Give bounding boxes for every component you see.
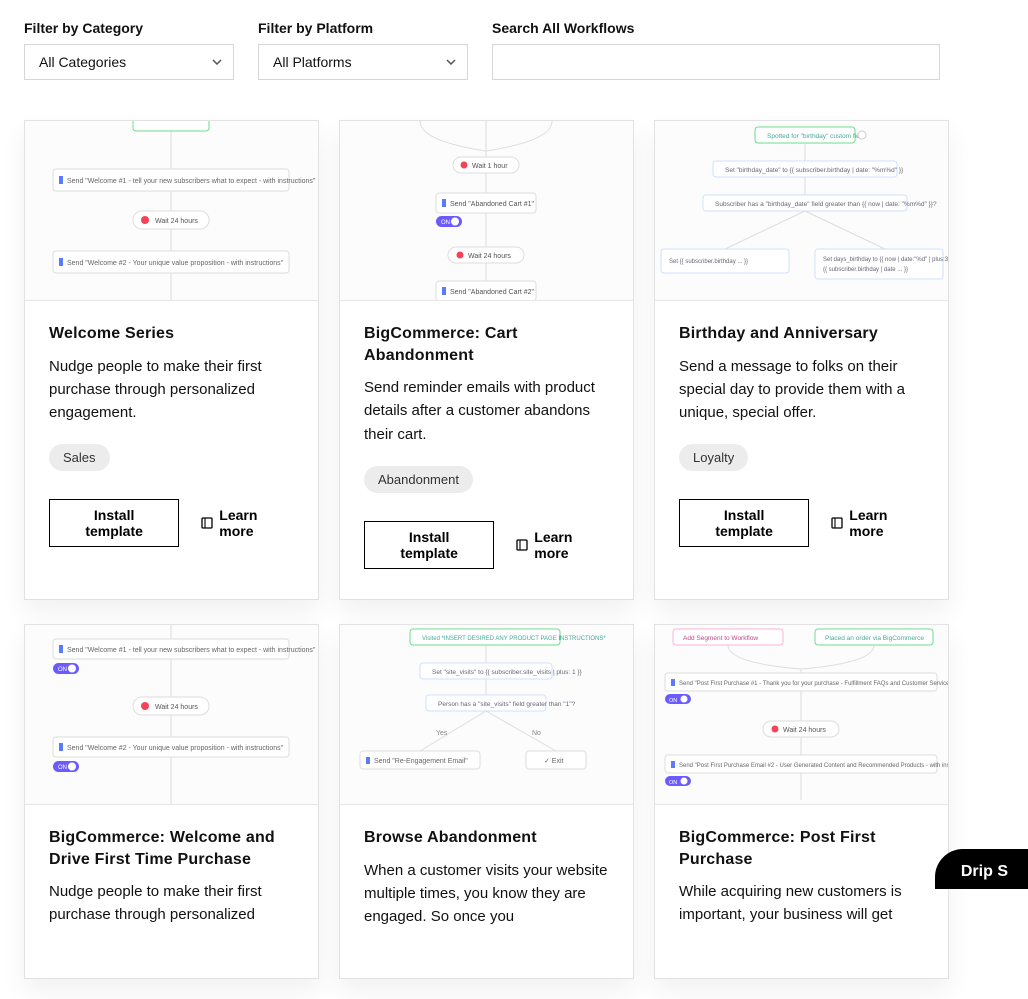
learn-more-link[interactable]: Learn more	[831, 507, 924, 539]
workflow-description: While acquiring new customers is importa…	[679, 880, 924, 927]
workflow-preview: Wait 1 hour Send "Abandoned Cart #1" ON …	[340, 121, 633, 301]
learn-more-label: Learn more	[534, 529, 609, 561]
svg-text:Add Segment to Workflow: Add Segment to Workflow	[683, 635, 758, 642]
svg-text:Send "Welcome #2 - Your unique: Send "Welcome #2 - Your unique value pro…	[67, 260, 284, 267]
install-template-button[interactable]: Install template	[49, 499, 179, 547]
workflow-title: Browse Abandonment	[364, 827, 609, 849]
workflow-card: Wait 1 hour Send "Abandoned Cart #1" ON …	[339, 120, 634, 600]
svg-text:✓ Exit: ✓ Exit	[544, 758, 564, 765]
svg-text:ON: ON	[669, 698, 677, 704]
workflow-title: BigCommerce: Post First Purchase	[679, 827, 924, 870]
svg-text:Wait 1 hour: Wait 1 hour	[472, 163, 508, 170]
svg-text:Set {{ subscriber.birthday ...: Set {{ subscriber.birthday ... }}	[669, 259, 748, 265]
svg-text:Send "Welcome #1 - tell your n: Send "Welcome #1 - tell your new subscri…	[67, 647, 316, 654]
workflow-description: Send reminder emails with product detail…	[364, 376, 609, 446]
search-label: Search All Workflows	[492, 20, 940, 36]
workflow-preview: Send "Welcome #1 - tell your new subscri…	[25, 625, 318, 805]
svg-text:Send "Welcome #2 - Your unique: Send "Welcome #2 - Your unique value pro…	[67, 745, 284, 752]
svg-text:ON: ON	[58, 667, 67, 673]
svg-text:Set "birthday_date" to {{ subs: Set "birthday_date" to {{ subscriber.bir…	[725, 167, 904, 174]
workflow-card: Send "Welcome #1 - tell your new subscri…	[24, 624, 319, 979]
svg-text:Wait 24 hours: Wait 24 hours	[783, 727, 826, 734]
svg-text:Wait 24 hours: Wait 24 hours	[155, 704, 198, 711]
workflow-description: When a customer visits your website mult…	[364, 859, 609, 929]
category-filter-label: Filter by Category	[24, 20, 234, 36]
install-template-button[interactable]: Install template	[364, 521, 494, 569]
svg-text:Subscriber has a "birthday_dat: Subscriber has a "birthday_date" field g…	[715, 201, 937, 208]
learn-more-link[interactable]: Learn more	[201, 507, 294, 539]
workflow-card: Spotted for "birthday" custom field Set …	[654, 120, 949, 600]
workflow-preview: Add Segment to Workflow Placed an order …	[655, 625, 948, 805]
workflow-title: BigCommerce: Cart Abandonment	[364, 323, 609, 366]
workflow-tag: Sales	[49, 444, 110, 471]
svg-text:Person has a "site_visits" fie: Person has a "site_visits" field greater…	[438, 701, 576, 708]
svg-text:Wait 24 hours: Wait 24 hours	[468, 253, 511, 260]
svg-text:ON: ON	[58, 765, 67, 771]
svg-text:Send "Abandoned Cart #1": Send "Abandoned Cart #1"	[450, 201, 534, 208]
platform-filter-label: Filter by Platform	[258, 20, 468, 36]
svg-text:Send "Post First Purchase Emai: Send "Post First Purchase Email #2 - Use…	[679, 763, 948, 769]
chat-bubble[interactable]: Drip S	[935, 849, 1028, 889]
install-template-button[interactable]: Install template	[679, 499, 809, 547]
book-icon	[516, 539, 528, 551]
book-icon	[831, 517, 843, 529]
learn-more-label: Learn more	[849, 507, 924, 539]
svg-text:Send "Post First Purchase #1 -: Send "Post First Purchase #1 - Thank you…	[679, 681, 948, 687]
svg-text:Spotted for "birthday" custom: Spotted for "birthday" custom field	[767, 133, 865, 140]
workflow-card: Visited *INSERT DESIRED ANY PRODUCT PAGE…	[339, 624, 634, 979]
svg-text:Send "Welcome #1 - tell your n: Send "Welcome #1 - tell your new subscri…	[67, 178, 316, 185]
category-select[interactable]: All Categories	[24, 44, 234, 80]
workflow-preview: Visited *INSERT DESIRED ANY PRODUCT PAGE…	[340, 625, 633, 805]
svg-text:Set days_birthday to {{ now |: Set days_birthday to {{ now | date:"%d" …	[823, 257, 948, 263]
svg-text:{{ subscriber.birthday | date: {{ subscriber.birthday | date ... }}	[823, 267, 908, 273]
workflow-title: Welcome Series	[49, 323, 294, 345]
svg-text:Send "Re-Engagement Email": Send "Re-Engagement Email"	[374, 758, 468, 765]
workflow-preview: Send "Welcome #1 - tell your new subscri…	[25, 121, 318, 301]
svg-text:ON: ON	[441, 220, 450, 226]
workflow-title: Birthday and Anniversary	[679, 323, 924, 345]
workflow-description: Send a message to folks on their special…	[679, 355, 924, 425]
svg-text:No: No	[532, 730, 541, 737]
svg-text:ON: ON	[669, 780, 677, 786]
workflow-card: Add Segment to Workflow Placed an order …	[654, 624, 949, 979]
workflow-description: Nudge people to make their first purchas…	[49, 355, 294, 425]
svg-text:Set "site_visits" to {{ subscr: Set "site_visits" to {{ subscriber.site_…	[432, 669, 583, 676]
workflow-tag: Loyalty	[679, 444, 748, 471]
workflow-tag: Abandonment	[364, 466, 473, 493]
workflow-description: Nudge people to make their first purchas…	[49, 880, 294, 927]
svg-text:Yes: Yes	[436, 730, 448, 737]
svg-text:Wait 24 hours: Wait 24 hours	[155, 218, 198, 225]
workflow-preview: Spotted for "birthday" custom field Set …	[655, 121, 948, 301]
platform-select[interactable]: All Platforms	[258, 44, 468, 80]
svg-text:Visited *INSERT DESIRED ANY PR: Visited *INSERT DESIRED ANY PRODUCT PAGE…	[422, 636, 606, 642]
search-input[interactable]	[492, 44, 940, 80]
learn-more-link[interactable]: Learn more	[516, 529, 609, 561]
workflow-card: Send "Welcome #1 - tell your new subscri…	[24, 120, 319, 600]
learn-more-label: Learn more	[219, 507, 294, 539]
svg-text:Placed an order via BigCommerc: Placed an order via BigCommerce	[825, 635, 924, 642]
book-icon	[201, 517, 213, 529]
svg-text:Send "Abandoned Cart #2": Send "Abandoned Cart #2"	[450, 289, 534, 296]
workflow-title: BigCommerce: Welcome and Drive First Tim…	[49, 827, 294, 870]
